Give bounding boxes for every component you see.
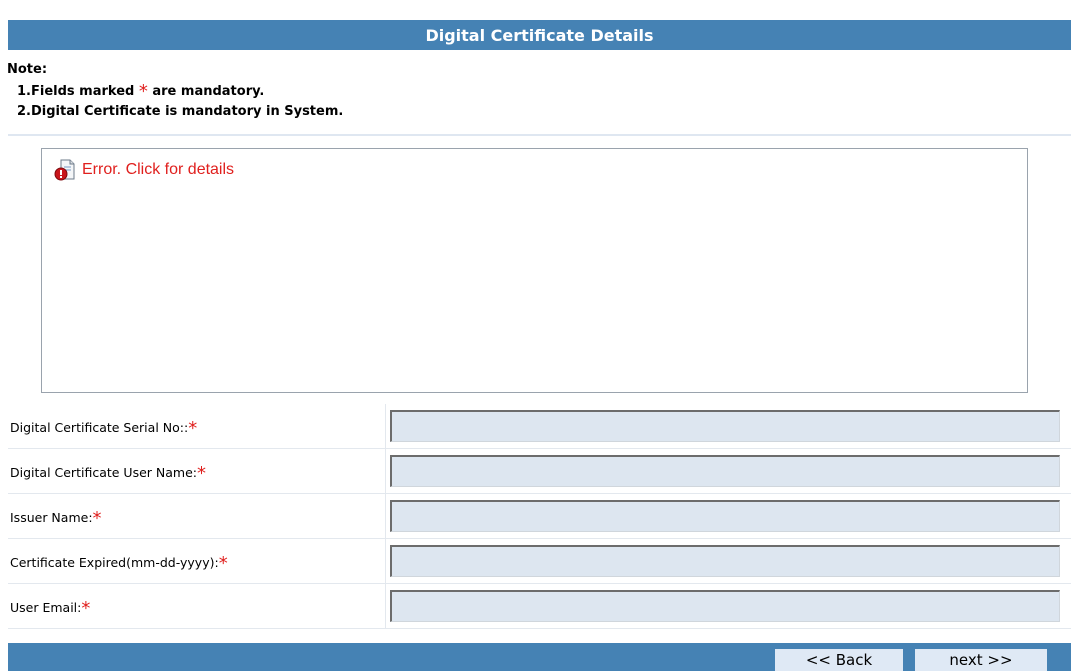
required-asterisk: * [138, 81, 148, 102]
expiry-date-label-text: Certificate Expired(mm-dd-yyyy): [10, 555, 219, 570]
applet-error-link[interactable]: Error. Click for details [54, 159, 234, 181]
java-error-icon [54, 159, 75, 181]
serial-no-label: Digital Certificate Serial No::* [10, 416, 198, 439]
required-asterisk: * [92, 508, 102, 529]
column-divider [385, 494, 386, 538]
user-email-label-text: User Email: [10, 600, 82, 615]
form-row-expiry-date: Certificate Expired(mm-dd-yyyy):* [8, 539, 1071, 584]
form-row-user-name: Digital Certificate User Name:* [8, 449, 1071, 494]
issuer-name-label-text: Issuer Name: [10, 510, 93, 525]
expiry-date-label: Certificate Expired(mm-dd-yyyy):* [10, 551, 228, 574]
serial-no-label-text: Digital Certificate Serial No:: [10, 420, 189, 435]
required-asterisk: * [188, 418, 198, 439]
page-header: Digital Certificate Details [8, 20, 1071, 50]
column-divider [385, 404, 386, 448]
user-name-input[interactable] [390, 455, 1060, 487]
user-email-label: User Email:* [10, 596, 91, 619]
note-line-1-suffix: are mandatory. [152, 84, 265, 99]
form-row-issuer-name: Issuer Name:* [8, 494, 1071, 539]
certificate-form: Digital Certificate Serial No::* Digital… [8, 404, 1071, 629]
required-asterisk: * [196, 463, 206, 484]
footer-bar [8, 643, 1071, 671]
column-divider [385, 539, 386, 583]
page-title: Digital Certificate Details [425, 25, 654, 45]
note-line-1-prefix: 1.Fields marked [17, 84, 135, 99]
user-name-label-text: Digital Certificate User Name: [10, 465, 197, 480]
note-label: Note: [7, 62, 48, 77]
certificate-applet-panel: Error. Click for details [41, 148, 1028, 393]
form-row-serial-no: Digital Certificate Serial No::* [8, 404, 1071, 449]
serial-no-input[interactable] [390, 410, 1060, 442]
note-line-2: 2.Digital Certificate is mandatory in Sy… [17, 104, 344, 119]
next-button[interactable]: next >> [915, 649, 1047, 671]
divider [8, 134, 1071, 136]
applet-error-text[interactable]: Error. Click for details [82, 161, 234, 179]
note-block: Note: 1.Fields marked * are mandatory. 2… [7, 60, 343, 122]
user-email-input[interactable] [390, 590, 1060, 622]
column-divider [385, 584, 386, 628]
issuer-name-label: Issuer Name:* [10, 506, 102, 529]
expiry-date-input[interactable] [390, 545, 1060, 577]
column-divider [385, 449, 386, 493]
back-button[interactable]: << Back [775, 649, 903, 671]
form-row-user-email: User Email:* [8, 584, 1071, 629]
required-asterisk: * [81, 598, 91, 619]
required-asterisk: * [218, 553, 228, 574]
issuer-name-input[interactable] [390, 500, 1060, 532]
user-name-label: Digital Certificate User Name:* [10, 461, 206, 484]
note-line-1: 1.Fields marked * are mandatory. [7, 80, 343, 102]
